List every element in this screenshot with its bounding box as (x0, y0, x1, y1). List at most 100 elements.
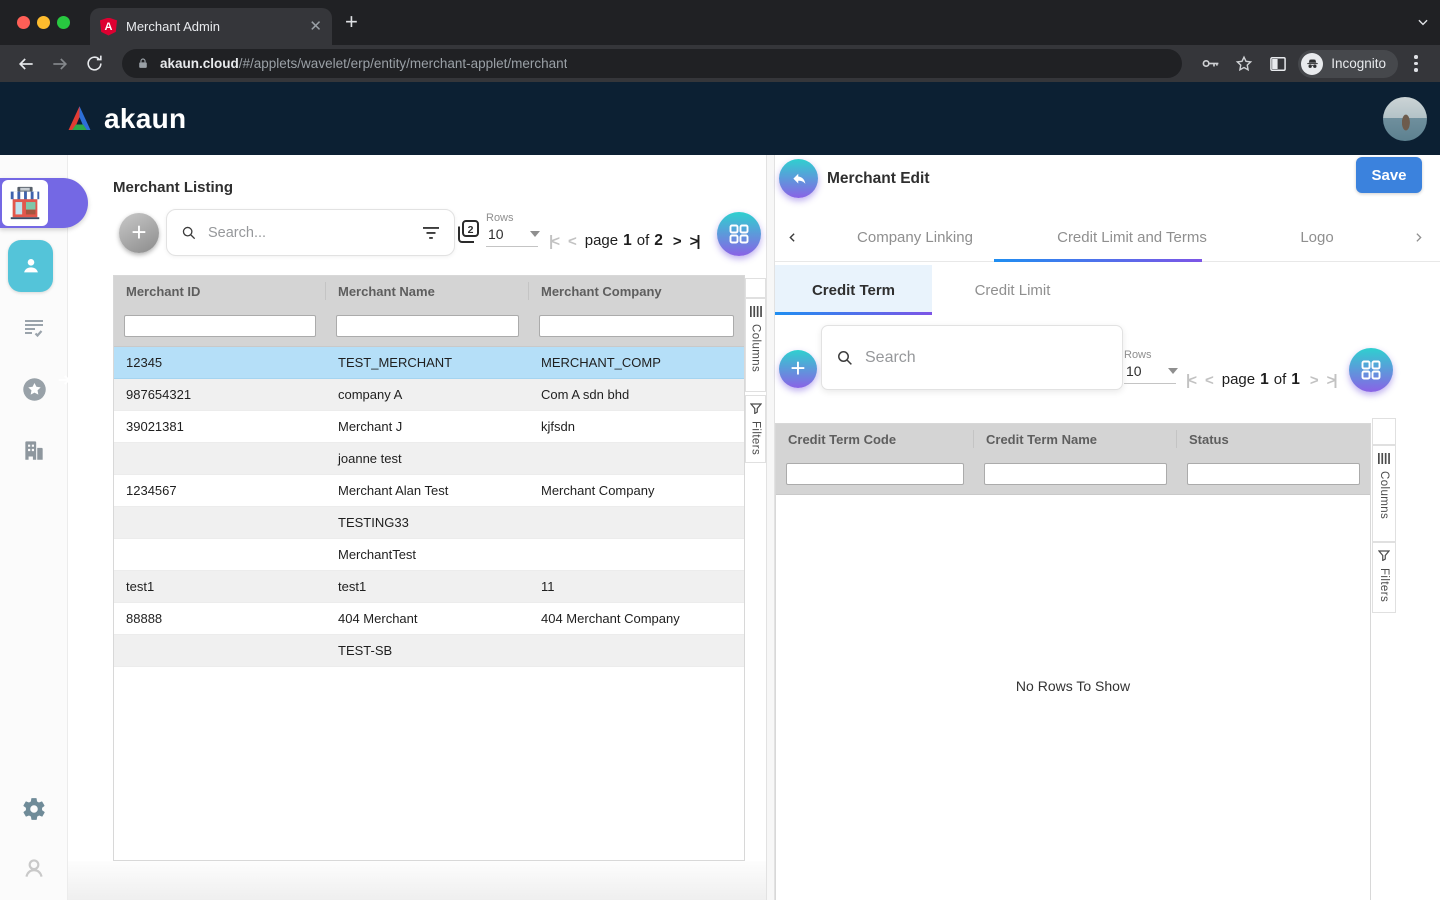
table-row[interactable]: test1test111 (114, 571, 744, 603)
table-row[interactable]: 88888404 Merchant404 Merchant Company (114, 603, 744, 635)
panel-divider[interactable] (766, 155, 775, 900)
filter-list-icon[interactable] (422, 226, 440, 240)
person-outline-icon (21, 855, 47, 881)
table-cell: TESTING33 (326, 515, 529, 530)
add-credit-term-button[interactable]: + (779, 350, 817, 388)
tab-company-linking[interactable]: Company Linking (809, 229, 1021, 246)
column-header[interactable]: Merchant Company (529, 282, 744, 300)
next-page-icon[interactable]: > (673, 233, 680, 250)
grid-view-button[interactable] (1349, 348, 1393, 392)
prev-page-icon[interactable]: < (568, 233, 575, 250)
column-header[interactable]: Status (1177, 430, 1370, 448)
bookmark-star-icon[interactable] (1230, 50, 1258, 78)
merchant-table: Merchant ID Merchant Name Merchant Compa… (113, 275, 745, 861)
table-row[interactable]: 39021381Merchant Jkjfsdn (114, 411, 744, 443)
user-avatar[interactable] (1383, 97, 1427, 141)
rows-value: 10 (488, 226, 504, 242)
subtab-credit-limit[interactable]: Credit Limit (932, 265, 1093, 315)
back-arrow-icon (790, 170, 808, 188)
table-row[interactable]: TESTING33 (114, 507, 744, 539)
add-merchant-button[interactable]: + (119, 213, 159, 253)
prev-page-icon[interactable]: < (1205, 372, 1212, 389)
new-tab-button[interactable]: + (345, 11, 358, 33)
rail-item-favorites[interactable] (17, 374, 51, 404)
incognito-badge[interactable]: Incognito (1298, 50, 1398, 78)
browser-tab-strip: A Merchant Admin ✕ + (0, 0, 1440, 45)
table-cell: 404 Merchant Company (529, 611, 744, 626)
column-header[interactable]: Credit Term Code (776, 430, 974, 448)
credit-term-pagination: |< < page1of1 > >| (1186, 371, 1336, 389)
column-header[interactable]: Merchant ID (114, 282, 326, 300)
columns-side-tab[interactable]: Columns (745, 298, 766, 392)
akaun-logo[interactable]: akaun (64, 103, 186, 135)
last-page-icon[interactable]: >| (1327, 372, 1336, 389)
grid-icon (1361, 360, 1381, 380)
rail-item-listing[interactable] (17, 313, 51, 343)
rail-profile[interactable] (17, 853, 51, 883)
browser-tab[interactable]: A Merchant Admin ✕ (90, 8, 332, 45)
rail-item-company[interactable] (17, 435, 51, 465)
screen: A Merchant Admin ✕ + akaun.cloud/#/apple… (0, 0, 1440, 900)
tabs-scroll-right-icon[interactable] (1396, 230, 1440, 245)
table-row[interactable]: joanne test (114, 443, 744, 475)
filter-merchant-id-input[interactable] (124, 315, 316, 337)
table-cell: 11 (529, 579, 744, 594)
table-row[interactable]: 987654321company ACom A sdn bhd (114, 379, 744, 411)
tabs-scroll-left-icon[interactable] (775, 230, 809, 245)
credit-term-table-header: Credit Term Code Credit Term Name Status (776, 424, 1370, 454)
rail-settings[interactable] (17, 794, 51, 824)
filter-merchant-company-input[interactable] (539, 315, 734, 337)
rail-item-merchant-active[interactable] (8, 240, 53, 292)
rows-per-page[interactable]: Rows 10 (486, 212, 538, 247)
forward-icon[interactable] (46, 50, 74, 78)
table-row[interactable]: TEST-SB (114, 635, 744, 667)
window-minimize-button[interactable] (37, 16, 50, 29)
filter-credit-term-name-input[interactable] (984, 463, 1167, 485)
credit-term-search-input[interactable] (863, 348, 1108, 368)
table-row[interactable]: 1234567Merchant Alan TestMerchant Compan… (114, 475, 744, 507)
window-zoom-button[interactable] (57, 16, 70, 29)
first-page-icon[interactable]: |< (1186, 372, 1195, 389)
merchant-search-input[interactable] (206, 224, 413, 242)
table-cell: 1234567 (114, 483, 326, 498)
columns-side-tab[interactable]: Columns (1372, 445, 1396, 542)
address-bar[interactable]: akaun.cloud/#/applets/wavelet/erp/entity… (122, 49, 1182, 78)
active-tab-underline (994, 259, 1202, 262)
tab-close-icon[interactable]: ✕ (309, 19, 322, 34)
reload-icon[interactable] (80, 50, 108, 78)
rows-per-page[interactable]: Rows 10 (1124, 349, 1176, 384)
star-circle-icon (21, 376, 48, 403)
last-page-icon[interactable]: >| (690, 233, 699, 250)
table-row[interactable]: 12345TEST_MERCHANTMERCHANT_COMP (114, 347, 744, 379)
tab-logo[interactable]: Logo (1243, 229, 1391, 246)
credit-term-search-box[interactable] (821, 325, 1123, 390)
filter-merchant-name-input[interactable] (336, 315, 519, 337)
table-cell: 39021381 (114, 419, 326, 434)
search-icon (836, 349, 854, 367)
grid-view-button[interactable] (717, 212, 761, 256)
tab-credit-limit-and-terms[interactable]: Credit Limit and Terms (1021, 229, 1243, 246)
first-page-icon[interactable]: |< (549, 233, 558, 250)
browser-menu-icon[interactable] (1404, 50, 1428, 78)
next-page-icon[interactable]: > (1310, 372, 1317, 389)
table-row[interactable]: MerchantTest (114, 539, 744, 571)
subtab-credit-term[interactable]: Credit Term (775, 265, 932, 315)
side-panel-icon[interactable] (1264, 50, 1292, 78)
filter-status-input[interactable] (1187, 463, 1360, 485)
column-header[interactable]: Merchant Name (326, 282, 529, 300)
pages-count-icon[interactable]: 2 (455, 218, 482, 251)
app-header: akaun (0, 82, 1440, 155)
filters-side-tab[interactable]: Filters (1372, 542, 1396, 613)
column-header[interactable]: Credit Term Name (974, 430, 1177, 448)
back-to-listing-button[interactable] (779, 159, 818, 198)
window-close-button[interactable] (17, 16, 30, 29)
tab-search-chevron-icon[interactable] (1416, 15, 1430, 32)
back-icon[interactable] (12, 50, 40, 78)
filters-side-tab[interactable]: Filters (745, 395, 766, 463)
save-button[interactable]: Save (1356, 157, 1422, 193)
filter-credit-term-code-input[interactable] (786, 463, 964, 485)
tab-title: Merchant Admin (126, 19, 300, 34)
password-key-icon[interactable] (1196, 50, 1224, 78)
merchant-search-box[interactable] (166, 209, 455, 256)
table-cell: MERCHANT_COMP (529, 355, 744, 370)
